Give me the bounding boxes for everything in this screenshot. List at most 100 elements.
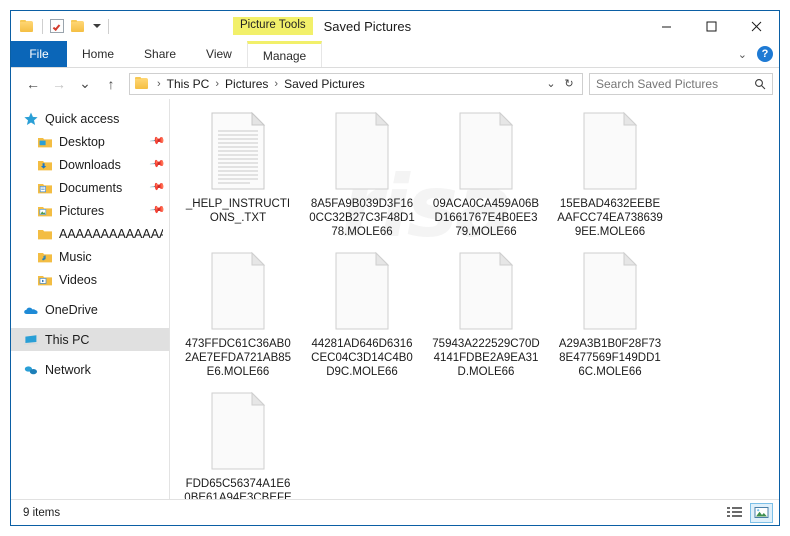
pin-icon-downloads[interactable]: 📌: [148, 156, 165, 172]
window-controls: [644, 11, 779, 41]
explorer-body: risa.com risa Quick access: [11, 99, 779, 499]
sidebar-item-downloads[interactable]: Downloads 📌: [11, 153, 169, 176]
minimize-button[interactable]: [644, 11, 689, 41]
back-button[interactable]: ←: [21, 72, 45, 96]
music-folder-icon: [37, 249, 53, 265]
sidebar-item-documents[interactable]: Documents 📌: [11, 176, 169, 199]
customize-caret-icon[interactable]: [93, 24, 101, 28]
file-name: 473FFDC61C36AB02AE7EFDA721AB85E6.MOLE66: [184, 338, 292, 378]
tab-home[interactable]: Home: [67, 41, 129, 67]
file-item[interactable]: _HELP_INSTRUCTIONS_.TXT: [176, 107, 300, 247]
file-item[interactable]: 09ACA0CA459A06BD1661767E4B0EE379.MOLE66: [424, 107, 548, 247]
help-icon[interactable]: ?: [757, 46, 773, 62]
sidebar-label-pictures: Pictures: [59, 203, 105, 218]
breadcrumb-separator-0: ›: [157, 77, 161, 90]
file-name: 15EBAD4632EEBEAAFCC74EA7386399EE.MOLE66: [557, 198, 663, 238]
blank-document-icon: [454, 251, 518, 331]
properties-icon[interactable]: [50, 19, 64, 33]
blank-document-icon: [206, 251, 270, 331]
new-folder-icon[interactable]: [71, 19, 86, 33]
documents-folder-icon: [37, 180, 53, 196]
search-input[interactable]: Search Saved Pictures: [596, 77, 754, 91]
status-bar: 9 items: [11, 499, 779, 525]
breadcrumb-separator-1: ›: [215, 77, 220, 90]
network-icon: [23, 362, 39, 378]
file-item[interactable]: 8A5FA9B039D3F160CC32B27C3F48D178.MOLE66: [300, 107, 424, 247]
maximize-button[interactable]: [689, 11, 734, 41]
close-button[interactable]: [734, 11, 779, 41]
sidebar-label-aaaa-folder: AAAAAAAAAAAAAAA: [59, 226, 163, 241]
file-name: 8A5FA9B039D3F160CC32B27C3F48D178.MOLE66: [309, 198, 415, 238]
title-bar: Picture Tools Saved Pictures: [11, 11, 779, 41]
refresh-icon[interactable]: ↻: [560, 77, 578, 90]
search-box[interactable]: Search Saved Pictures: [589, 72, 773, 95]
chevron-down-icon[interactable]: ⌄: [738, 48, 747, 61]
pin-icon-desktop[interactable]: 📌: [148, 133, 165, 149]
breadcrumb-separator-2: ›: [274, 77, 279, 90]
sidebar-item-onedrive[interactable]: OneDrive: [11, 298, 169, 321]
file-item[interactable]: 15EBAD4632EEBEAAFCC74EA7386399EE.MOLE66: [548, 107, 672, 247]
sidebar-item-music[interactable]: Music: [11, 245, 169, 268]
videos-folder-icon: [37, 272, 53, 288]
tab-view[interactable]: View: [191, 41, 247, 67]
file-name: A29A3B1B0F28F738E477569F149DD16C.MOLE66: [558, 338, 662, 378]
tab-file[interactable]: File: [11, 41, 67, 67]
file-name: 75943A222529C70D4141FDBE2A9EA31D.MOLE66: [432, 338, 540, 378]
sidebar-item-quick-access[interactable]: Quick access: [11, 107, 169, 130]
breadcrumb-this-pc[interactable]: This PC: [167, 77, 210, 91]
sidebar-item-aaaa-folder[interactable]: AAAAAAAAAAAAAAA: [11, 222, 169, 245]
sidebar-label-documents: Documents: [59, 180, 123, 195]
file-name: FDD65C56374A1E60BE61A94E3CBEFED0.MOLE66: [184, 478, 292, 499]
sidebar-item-pictures[interactable]: Pictures 📌: [11, 199, 169, 222]
pin-icon-documents[interactable]: 📌: [148, 179, 165, 195]
sidebar-item-videos[interactable]: Videos: [11, 268, 169, 291]
folder-icon: [37, 226, 53, 242]
file-explorer-window: Picture Tools Saved Pictures File Home S…: [10, 10, 780, 526]
item-count-label: 9 items: [23, 506, 61, 519]
toolbar-divider: [42, 18, 43, 34]
details-view-button[interactable]: [723, 503, 746, 523]
address-folder-icon: [135, 77, 150, 90]
file-item[interactable]: A29A3B1B0F28F738E477569F149DD16C.MOLE66: [548, 247, 672, 387]
file-list-pane[interactable]: _HELP_INSTRUCTIONS_.TXT 8A5FA9B039D3F160…: [169, 99, 779, 499]
up-button[interactable]: ↑: [99, 72, 123, 96]
blank-document-icon: [206, 391, 270, 471]
file-item[interactable]: 44281AD646D6316CEC04C3D14C4B0D9C.MOLE66: [300, 247, 424, 387]
tab-manage[interactable]: Manage: [246, 41, 323, 67]
sidebar-item-network[interactable]: Network: [11, 358, 169, 381]
tab-share[interactable]: Share: [129, 41, 191, 67]
blank-document-icon: [578, 251, 642, 331]
forward-button[interactable]: →: [47, 72, 71, 96]
large-icons-view-button[interactable]: [750, 502, 773, 523]
file-item[interactable]: 473FFDC61C36AB02AE7EFDA721AB85E6.MOLE66: [176, 247, 300, 387]
recent-locations-button[interactable]: ⌄: [73, 72, 97, 96]
file-grid: _HELP_INSTRUCTIONS_.TXT 8A5FA9B039D3F160…: [170, 99, 779, 499]
breadcrumb-saved-pictures[interactable]: Saved Pictures: [284, 77, 365, 91]
quick-access-toolbar: [11, 11, 109, 41]
blank-document-icon: [330, 111, 394, 191]
title-center: Picture Tools Saved Pictures: [233, 11, 411, 41]
pictures-folder-icon: [37, 203, 53, 219]
toolbar-divider-2: [108, 18, 109, 34]
search-icon: [755, 78, 766, 89]
blank-document-icon: [330, 251, 394, 331]
sidebar-label-quick-access: Quick access: [45, 111, 120, 126]
sidebar-item-desktop[interactable]: Desktop 📌: [11, 130, 169, 153]
address-dropdown-icon[interactable]: ⌄: [542, 77, 560, 90]
star-icon: [23, 111, 39, 127]
pin-icon-pictures[interactable]: 📌: [148, 202, 165, 218]
folder-icon[interactable]: [20, 19, 35, 33]
this-pc-icon: [23, 332, 39, 348]
desktop-folder-icon: [37, 134, 53, 150]
sidebar-label-network: Network: [45, 362, 91, 377]
picture-tools-label: Picture Tools: [233, 16, 313, 36]
file-item[interactable]: 75943A222529C70D4141FDBE2A9EA31D.MOLE66: [424, 247, 548, 387]
blank-document-icon: [578, 111, 642, 191]
breadcrumb-pictures[interactable]: Pictures: [225, 77, 268, 91]
view-toggle-group: [723, 502, 773, 523]
sidebar-label-videos: Videos: [59, 272, 97, 287]
sidebar-item-this-pc[interactable]: This PC: [11, 328, 169, 351]
file-item[interactable]: FDD65C56374A1E60BE61A94E3CBEFED0.MOLE66: [176, 387, 300, 499]
address-field[interactable]: › This PC › Pictures › Saved Pictures ⌄ …: [129, 72, 583, 95]
text-document-icon: [206, 111, 270, 191]
